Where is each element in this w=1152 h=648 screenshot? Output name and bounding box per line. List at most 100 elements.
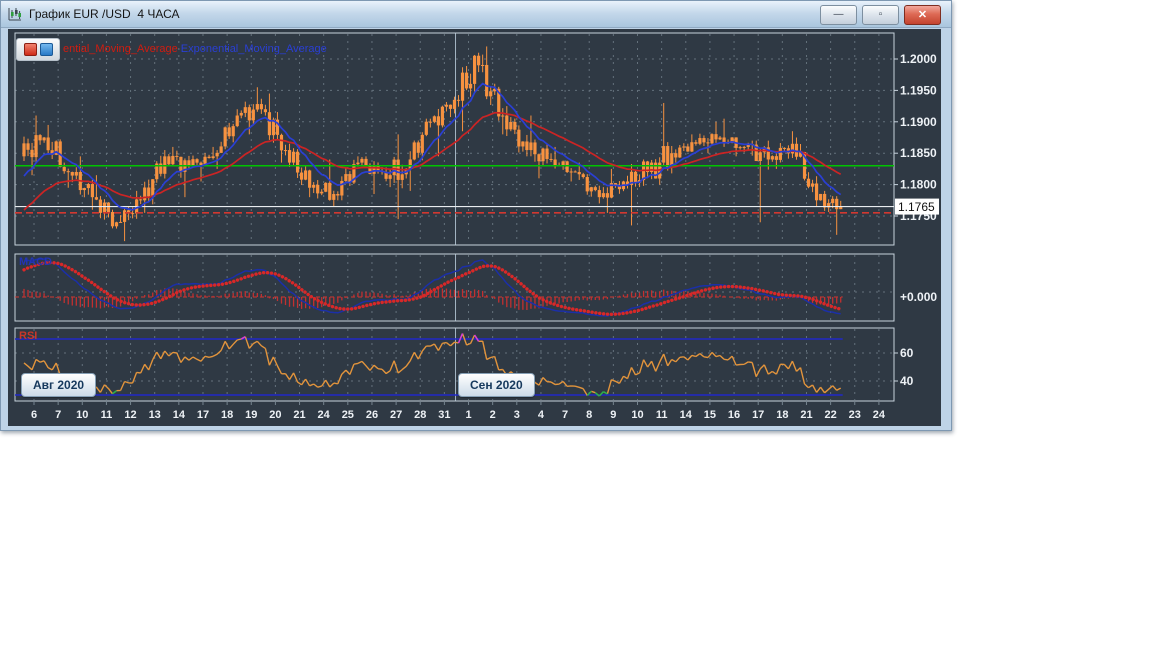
candle-body	[360, 158, 364, 163]
price-tick-label: 1.1950	[900, 83, 937, 97]
red-chart-button-icon[interactable]	[23, 42, 37, 56]
candle-body	[686, 146, 690, 152]
candle-body	[553, 159, 557, 166]
candle-body	[718, 137, 722, 140]
candle-body	[207, 156, 211, 159]
candle-body	[263, 109, 267, 113]
candle-body	[573, 171, 577, 173]
candle-body	[291, 151, 296, 163]
ema-slow-line	[23, 111, 842, 211]
day-label: 25	[342, 409, 354, 421]
candle-body	[706, 142, 710, 144]
candle-body	[597, 190, 601, 198]
macd-signal-dotted-line	[22, 260, 843, 317]
day-label: 22	[824, 409, 836, 421]
panel-border[interactable]	[14, 253, 895, 322]
candle-body	[139, 199, 143, 201]
day-label: 11	[101, 409, 113, 421]
macd-panel-label: MACD	[19, 256, 52, 268]
price-tick-label: 1.1900	[900, 115, 937, 129]
candle-body	[255, 104, 259, 110]
panel-border[interactable]	[14, 32, 895, 246]
window-controls: — ▫ ✕	[820, 5, 941, 25]
candle-body	[243, 107, 247, 113]
candle-body	[74, 171, 78, 176]
candle-body	[22, 143, 26, 157]
day-label: 9	[610, 409, 616, 421]
day-label: 27	[390, 409, 402, 421]
chart-icon	[8, 8, 21, 21]
price-tick-label: 1.2000	[900, 52, 937, 66]
candle-body	[468, 83, 473, 89]
candle-body	[372, 165, 376, 174]
candle-body	[344, 174, 348, 181]
candle-body	[416, 142, 420, 153]
blue-chart-button-icon[interactable]	[39, 42, 53, 56]
day-label: 15	[704, 409, 716, 421]
candle-body	[70, 172, 74, 176]
current-price-tag-label: 1.1765	[898, 200, 935, 214]
candle-body	[392, 159, 396, 176]
candle-body	[782, 147, 786, 149]
minimize-button[interactable]: —	[820, 5, 857, 25]
candle-body	[549, 158, 553, 160]
candle-body	[489, 91, 493, 97]
candle-body	[533, 142, 537, 155]
candle-body	[436, 116, 440, 126]
candle-body	[279, 134, 284, 151]
window-titlebar[interactable]: График EUR /USD 4 ЧАСА — ▫ ✕	[1, 1, 951, 28]
month-tag-august: Авг 2020	[21, 373, 97, 397]
candle-body	[86, 184, 90, 189]
candle-body	[295, 151, 300, 173]
candle-body	[102, 202, 107, 213]
candle-body	[167, 156, 171, 165]
candle-body	[211, 156, 215, 159]
candle-body	[778, 147, 782, 160]
candle-body	[521, 141, 525, 147]
price-chart-canvas[interactable]: 1.20001.19501.19001.18501.18001.17501.17…	[8, 29, 941, 426]
candle-body	[235, 115, 239, 127]
rsi-line	[23, 333, 842, 396]
candle-body	[66, 171, 70, 173]
candle-body	[473, 55, 477, 84]
candle-body	[412, 142, 416, 160]
candle-body	[46, 137, 50, 151]
day-label: 28	[414, 409, 426, 421]
close-button[interactable]: ✕	[904, 5, 941, 25]
candle-body	[710, 134, 714, 144]
candle-body	[239, 112, 243, 116]
chart-mini-buttons	[16, 37, 60, 61]
candle-body	[171, 155, 175, 165]
candle-body	[666, 146, 670, 168]
day-label: 11	[656, 409, 668, 421]
candle-body	[678, 147, 682, 158]
candle-body	[682, 146, 686, 148]
candle-body	[114, 222, 119, 227]
candle-body	[814, 183, 819, 201]
candle-body	[485, 64, 489, 97]
candle-body	[316, 184, 320, 194]
day-label: 31	[438, 409, 450, 421]
candle-body	[82, 188, 86, 191]
candle-body	[26, 143, 30, 150]
maximize-button[interactable]: ▫	[862, 5, 899, 25]
candle-body	[332, 194, 336, 200]
candle-body	[569, 171, 573, 173]
candle-body	[565, 161, 569, 173]
day-label: 12	[124, 409, 136, 421]
price-tick-label: 1.1800	[900, 178, 937, 192]
day-label: 6	[31, 409, 37, 421]
candle-body	[400, 174, 404, 180]
ema-fast-line	[23, 82, 842, 211]
candle-body	[819, 193, 823, 201]
candle-body	[577, 172, 581, 175]
candle-body	[440, 106, 445, 126]
candle-body	[831, 198, 835, 204]
candle-body	[742, 146, 746, 148]
desktop: График EUR /USD 4 ЧАСА — ▫ ✕ 1.2000 1.195…	[0, 0, 1152, 648]
price-tick-label: 1.1850	[900, 146, 937, 160]
candle-body	[714, 134, 718, 140]
day-label: 10	[631, 409, 643, 421]
candle-body	[505, 115, 509, 130]
candle-body	[770, 156, 774, 160]
